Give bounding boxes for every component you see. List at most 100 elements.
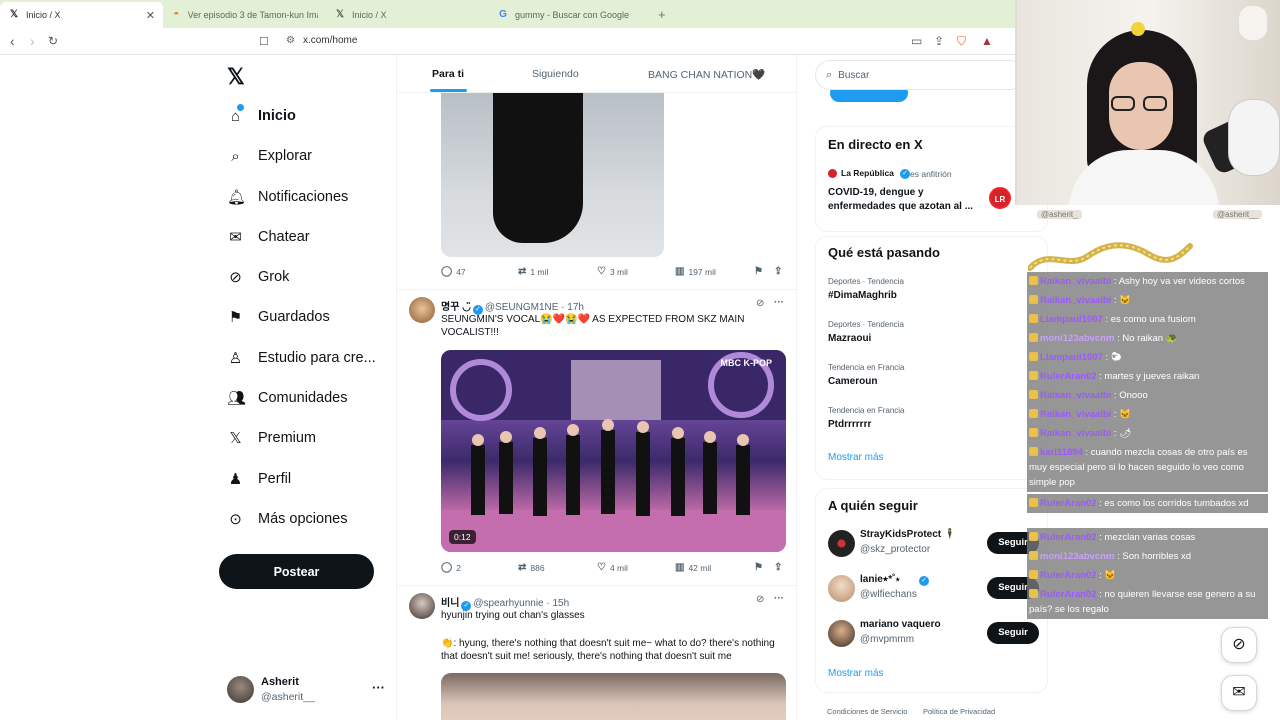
- tweet-media[interactable]: [441, 93, 664, 257]
- browser-tab[interactable]: ◓ Ver episodio 3 de Tamon-kun Ima Do: [163, 2, 326, 28]
- host-name[interactable]: La República: [841, 168, 894, 178]
- tab-for-you[interactable]: Para ti: [432, 68, 464, 80]
- account-switcher[interactable]: Asherit @asherit__ ···: [227, 674, 387, 706]
- share-icon[interactable]: ⇪: [934, 34, 944, 48]
- chat-username[interactable]: Llampaul1007: [1040, 352, 1103, 363]
- tab-following[interactable]: Siguiendo: [532, 68, 579, 80]
- share-button[interactable]: ⇪: [774, 266, 786, 277]
- nav-label: Chatear: [258, 229, 310, 245]
- person-icon: ♟: [228, 471, 243, 488]
- like-button[interactable]: ♡ 4 mil: [597, 562, 628, 573]
- share-button[interactable]: ⇪: [774, 562, 786, 573]
- trend-topic[interactable]: Mazraoui: [828, 333, 871, 344]
- reply-button[interactable]: ◯ 2: [441, 562, 461, 573]
- browser-tab[interactable]: 𝕏 Inicio / X ✕: [0, 2, 163, 28]
- chat-username[interactable]: RulerAran02: [1040, 371, 1097, 382]
- reload-icon[interactable]: ↻: [48, 34, 58, 48]
- author-name[interactable]: 명꾸 ◡̈: [441, 302, 471, 313]
- chat-username[interactable]: RulerAran02: [1040, 589, 1097, 600]
- nav-item-notifications[interactable]: 🔔︎ Notificaciones: [227, 184, 348, 210]
- trend-topic[interactable]: Cameroun: [828, 376, 877, 387]
- author-handle[interactable]: @spearhyunnie: [473, 598, 543, 609]
- follow-suggestion[interactable]: StrayKidsProtect 🕴 @skz_protector Seguir: [828, 528, 1043, 560]
- messages-fab[interactable]: ✉: [1221, 675, 1257, 711]
- post-button[interactable]: Postear: [219, 554, 374, 589]
- nav-item-home[interactable]: ⌂ Inicio: [227, 103, 296, 129]
- grok-fab[interactable]: ⊘: [1221, 627, 1257, 663]
- trend-topic[interactable]: #DimaMaghrib: [828, 290, 897, 301]
- browser-tab[interactable]: Ggummy - Buscar con Google: [489, 2, 652, 28]
- brave-rewards-icon[interactable]: ▲: [981, 34, 993, 48]
- cast-icon[interactable]: ▭: [911, 34, 922, 48]
- browser-tab[interactable]: 𝕏 Inicio / X: [326, 2, 489, 28]
- author-handle[interactable]: @SEUNGM1NE: [485, 302, 559, 313]
- nav-item-creator-studio[interactable]: ♙ Estudio para cre...: [227, 345, 376, 371]
- chat-username[interactable]: moni123abvcnm: [1040, 551, 1114, 562]
- grok-icon[interactable]: ⊘: [756, 298, 764, 309]
- chat-username[interactable]: Raikan_vivaalbi: [1040, 295, 1111, 306]
- tweet-video[interactable]: MBC K-POP 0:12: [441, 350, 786, 552]
- like-button[interactable]: ♡ 3 mil: [597, 266, 628, 277]
- live-space-badge[interactable]: LR: [989, 187, 1011, 209]
- more-icon[interactable]: ···: [372, 680, 385, 695]
- forward-icon[interactable]: ›: [30, 33, 35, 49]
- reply-button[interactable]: ◯ 47: [441, 266, 466, 277]
- bookmark-button[interactable]: ⚑: [754, 562, 767, 573]
- back-icon[interactable]: ‹: [10, 33, 15, 49]
- close-tab-icon[interactable]: ✕: [146, 9, 155, 22]
- url-field[interactable]: ⚙ x.com/home: [286, 35, 357, 46]
- grok-icon[interactable]: ⊘: [756, 594, 764, 605]
- live-space-title[interactable]: COVID-19, dengue y enfermedades que azot…: [828, 186, 983, 214]
- nav-item-grok[interactable]: ⊘ Grok: [227, 264, 289, 290]
- search-input[interactable]: ⌕ Buscar: [815, 60, 1025, 90]
- chat-username[interactable]: RulerAran02: [1040, 570, 1097, 581]
- avatar[interactable]: [409, 593, 435, 619]
- chat-username[interactable]: moni123abvcnm: [1040, 333, 1114, 344]
- chat-username[interactable]: Raikan_vivaalbi: [1040, 276, 1111, 287]
- tab-label: gummy - Buscar con Google: [515, 10, 630, 20]
- nav-item-profile[interactable]: ♟ Perfil: [227, 466, 291, 492]
- chat-username[interactable]: Raikan_vivaalbi: [1040, 428, 1111, 439]
- tab-list[interactable]: BANG CHAN NATION🖤: [648, 68, 765, 81]
- site-settings-icon[interactable]: ⚙: [286, 35, 295, 46]
- tweet-time[interactable]: 17h: [567, 302, 584, 313]
- nav-item-communities[interactable]: 👥︎ Comunidades: [227, 385, 347, 411]
- nav-item-more[interactable]: ⊙ Más opciones: [227, 506, 347, 532]
- more-icon[interactable]: ···: [774, 297, 784, 308]
- x-logo-icon[interactable]: 𝕏: [227, 64, 245, 90]
- trend-topic[interactable]: Ptdrrrrrrr: [828, 419, 871, 430]
- tweet-time[interactable]: 15h: [553, 598, 570, 609]
- follow-suggestion[interactable]: mariano vaquero @mvpmmm Seguir: [828, 618, 1043, 650]
- nav-item-premium[interactable]: 𝕏 Premium: [227, 425, 316, 451]
- show-more-link[interactable]: Mostrar más: [828, 668, 884, 679]
- new-tab-icon[interactable]: +: [658, 7, 666, 22]
- stage-image: [441, 350, 786, 552]
- footer-link[interactable]: Política de Privacidad: [923, 707, 995, 716]
- repost-button[interactable]: ⇄ 1 mil: [518, 266, 548, 277]
- author-name[interactable]: 비니: [441, 598, 459, 609]
- follow-suggestion[interactable]: lanie⭑*˚⋆ ✓ @wlfiechans Seguir: [828, 573, 1043, 605]
- tweet-media[interactable]: [441, 673, 786, 720]
- follow-button[interactable]: Seguir: [987, 622, 1039, 644]
- footer-link[interactable]: Condiciones de Servicio: [827, 707, 907, 716]
- chat-username[interactable]: kari11894: [1040, 447, 1083, 458]
- nav-item-messages[interactable]: ✉ Chatear: [227, 224, 310, 250]
- nav-item-explore[interactable]: ⌕ Explorar: [227, 143, 312, 169]
- chat-username[interactable]: RulerAran02: [1040, 532, 1097, 543]
- chat-text: 🐑: [1110, 352, 1123, 363]
- more-icon[interactable]: ···: [774, 593, 784, 604]
- bookmark-button[interactable]: ⚑: [754, 266, 767, 277]
- chat-username[interactable]: RulerAran02: [1040, 498, 1097, 509]
- views-button[interactable]: ▥ 42 mil: [675, 562, 711, 573]
- chat-username[interactable]: Raikan_vivaalbi: [1040, 390, 1111, 401]
- chat-text: Onooo: [1119, 390, 1148, 401]
- views-button[interactable]: ▥ 197 mil: [675, 266, 716, 277]
- chat-username[interactable]: Raikan_vivaalbi: [1040, 409, 1111, 420]
- brave-shield-icon[interactable]: ⛉: [957, 34, 966, 49]
- avatar[interactable]: [409, 297, 435, 323]
- bookmark-page-icon[interactable]: ☐: [259, 35, 269, 48]
- nav-item-bookmarks[interactable]: ⚑ Guardados: [227, 304, 330, 330]
- show-more-link[interactable]: Mostrar más: [828, 452, 884, 463]
- repost-button[interactable]: ⇄ 886: [518, 562, 545, 573]
- chat-username[interactable]: Llampaul1007: [1040, 314, 1103, 325]
